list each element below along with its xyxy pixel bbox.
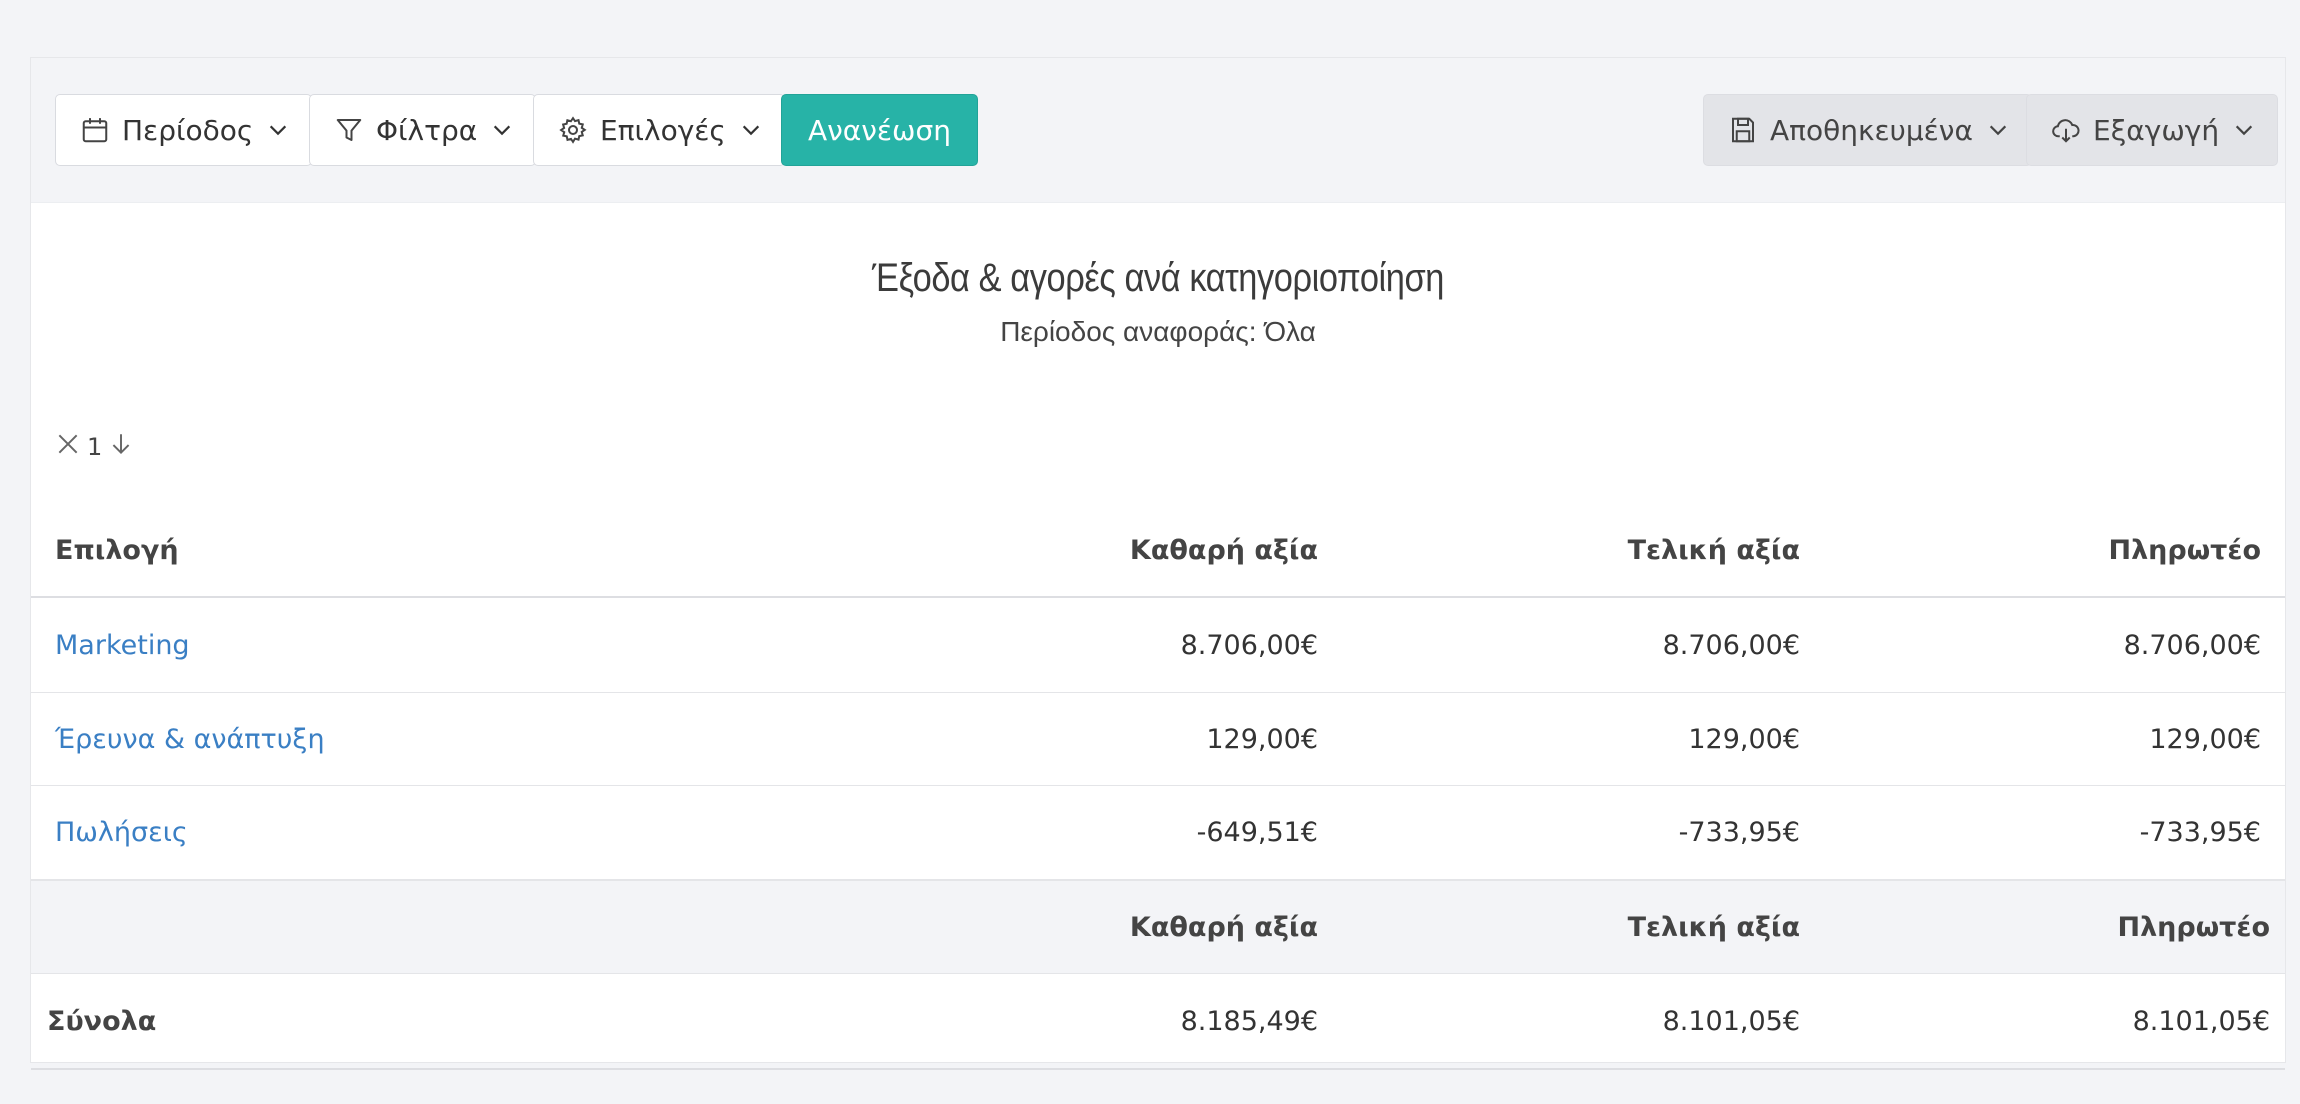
row-final-value: 129,00€ [1688,723,1800,755]
totals-header-final-value: Τελική αξία [1627,911,1800,943]
row-category-link[interactable]: Πωλήσεις [55,786,188,879]
refresh-button[interactable]: Ανανέωση [781,94,978,166]
row-category-link[interactable]: Έρευνα & ανάπτυξη [55,693,325,785]
row-final-value: -733,95€ [1678,817,1800,848]
sort-level: 1 [87,433,103,461]
sort-indicator: 1 [55,431,134,463]
cloud-download-icon [2051,115,2081,145]
refresh-label: Ανανέωση [808,113,951,147]
report-card: Περίοδος Φίλτρα Επιλογές Ανανέωση Αποθηκ… [30,57,2286,1070]
options-label: Επιλογές [600,113,726,147]
row-final-value: 8.706,00€ [1662,629,1800,661]
arrow-down-icon[interactable] [108,431,134,463]
saved-label: Αποθηκευμένα [1770,113,1973,147]
chevron-down-icon [1987,119,2009,141]
report-subtitle: Περίοδος αναφοράς: Όλα [1000,316,1316,347]
row-payable: 129,00€ [2149,723,2261,755]
filter-icon [334,115,364,145]
calendar-icon [80,115,110,145]
table-row: Έρευνα & ανάπτυξη 129,00€ 129,00€ 129,00… [31,693,2285,786]
table-row: Πωλήσεις -649,51€ -733,95€ -733,95€ [31,786,2285,880]
column-header-net-value[interactable]: Καθαρή αξία [1130,498,1318,596]
export-label: Εξαγωγή [2093,113,2220,147]
chevron-down-icon [2233,119,2255,141]
gear-icon [558,115,588,145]
totals-row: Σύνολα 8.185,49€ 8.101,05€ 8.101,05€ [31,974,2285,1070]
row-payable: 8.706,00€ [2123,629,2261,661]
row-category-link[interactable]: Marketing [55,598,190,692]
chevron-down-icon [267,119,289,141]
period-button[interactable]: Περίοδος [55,94,313,166]
options-button[interactable]: Επιλογές [533,94,785,166]
column-header-option[interactable]: Επιλογή [55,498,179,596]
period-label: Περίοδος [122,113,254,147]
chevron-down-icon [491,119,513,141]
totals-header: Καθαρή αξία Τελική αξία Πληρωτέο [31,880,2285,974]
export-button[interactable]: Εξαγωγή [2026,94,2279,166]
table-header: Επιλογή Καθαρή αξία Τελική αξία Πληρωτέο [31,498,2285,598]
totals-header-payable: Πληρωτέο [2117,911,2270,943]
toolbar: Περίοδος Φίλτρα Επιλογές Ανανέωση Αποθηκ… [31,58,2285,203]
row-net-value: 8.706,00€ [1180,629,1318,661]
filters-label: Φίλτρα [376,113,478,147]
row-net-value: -649,51€ [1196,817,1318,848]
save-disk-icon [1728,115,1758,145]
row-net-value: 129,00€ [1206,723,1318,755]
totals-header-net-value: Καθαρή αξία [1129,911,1318,943]
filters-button[interactable]: Φίλτρα [309,94,537,166]
column-header-final-value[interactable]: Τελική αξία [1628,498,1800,596]
row-payable: -733,95€ [2139,817,2261,848]
totals-label: Σύνολα [47,1005,157,1037]
table-row: Marketing 8.706,00€ 8.706,00€ 8.706,00€ [31,598,2285,693]
report-title: Έξοδα & αγορές ανά κατηγοριοποίηση [872,256,1444,300]
totals-final-value: 8.101,05€ [1662,1005,1800,1037]
chevron-down-icon [740,119,762,141]
column-header-payable[interactable]: Πληρωτέο [2108,498,2261,596]
totals-payable: 8.101,05€ [2132,1005,2270,1037]
saved-button[interactable]: Αποθηκευμένα [1703,94,2032,166]
totals-net-value: 8.185,49€ [1180,1005,1318,1037]
close-icon[interactable] [55,431,81,463]
